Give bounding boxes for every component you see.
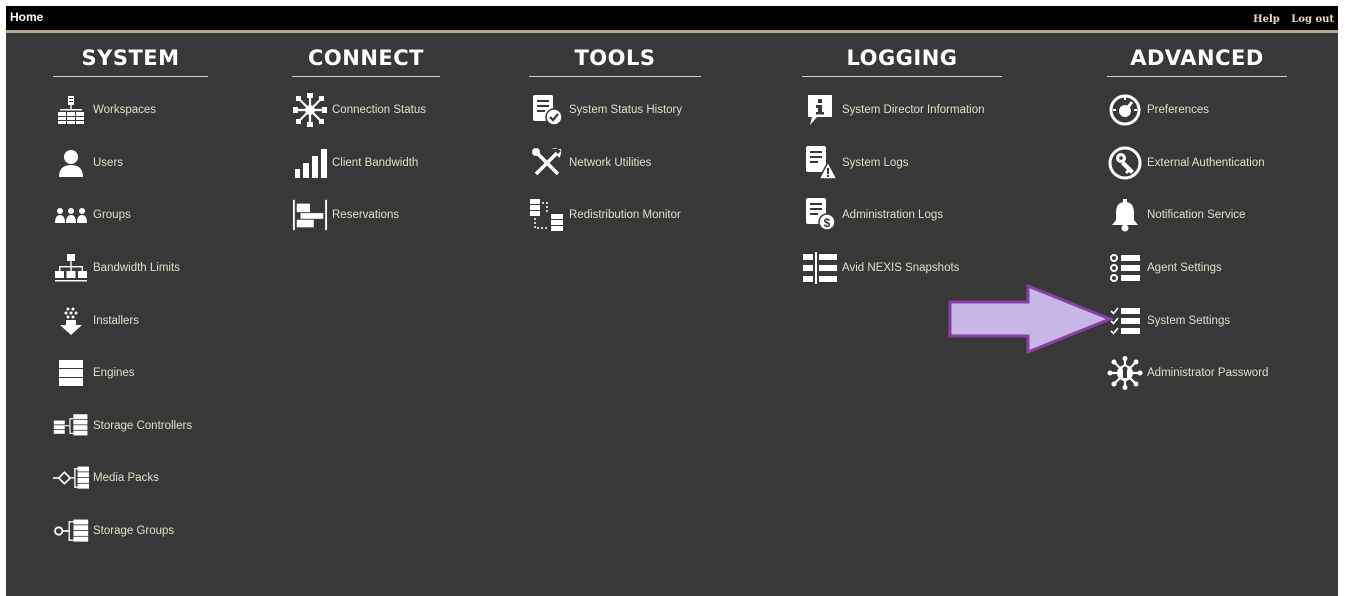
bandwidth-limits-icon (53, 250, 89, 286)
menu-item-system-settings[interactable]: System Settings (1107, 294, 1287, 347)
menu-item-system-director-information[interactable]: System Director Information (802, 84, 1002, 137)
menu-item-label: Media Packs (93, 472, 159, 485)
menu-item-label: Notification Service (1147, 209, 1246, 222)
menu-item-label: Engines (93, 367, 135, 380)
menu-item-label: Storage Controllers (93, 419, 193, 432)
menu-item-label: Groups (93, 209, 131, 222)
column-advanced: ADVANCED Preferences External Authentica… (1107, 46, 1287, 400)
column-system: SYSTEM Workspaces Users Groups Bandwidth… (53, 46, 208, 557)
info-icon (802, 92, 838, 128)
menu-item-preferences[interactable]: Preferences (1107, 84, 1287, 137)
menu-item-notification-service[interactable]: Notification Service (1107, 189, 1287, 242)
menu-item-label: System Settings (1147, 314, 1231, 327)
menu-item-label: External Authentication (1147, 156, 1265, 169)
system-logs-icon (802, 145, 838, 181)
menu-item-label: Storage Groups (93, 525, 175, 538)
menu-item-bandwidth-limits[interactable]: Bandwidth Limits (53, 242, 208, 295)
menu-item-external-authentication[interactable]: External Authentication (1107, 137, 1287, 190)
administration-logs-icon: $ (802, 197, 838, 233)
page-title: Home (10, 10, 44, 24)
snapshots-icon (802, 250, 838, 286)
menu-item-label: Connection Status (332, 104, 426, 117)
menu-item-engines[interactable]: Engines (53, 347, 208, 400)
menu-item-client-bandwidth[interactable]: Client Bandwidth (292, 137, 440, 190)
menu-item-workspaces[interactable]: Workspaces (53, 84, 208, 137)
column-connect: CONNECT Connection Status Client Bandwid… (292, 46, 440, 242)
storage-groups-icon (53, 513, 89, 549)
preferences-icon (1107, 92, 1143, 128)
menu-item-label: Network Utilities (569, 156, 652, 169)
help-link[interactable]: Help (1253, 14, 1280, 25)
menu-item-storage-groups[interactable]: Storage Groups (53, 505, 208, 558)
status-history-icon (529, 92, 565, 128)
menu-item-connection-status[interactable]: Connection Status (292, 84, 440, 137)
logout-link[interactable]: Log out (1291, 14, 1334, 25)
menu-item-label: Preferences (1147, 104, 1210, 117)
menu-item-label: Redistribution Monitor (569, 209, 681, 222)
menu-item-media-packs[interactable]: Media Packs (53, 452, 208, 505)
column-heading: ADVANCED (1107, 46, 1287, 77)
column-logging: LOGGING System Director Information Syst… (802, 46, 1002, 294)
menu-item-system-logs[interactable]: System Logs (802, 137, 1002, 190)
media-packs-icon (53, 460, 89, 496)
menu-item-label: Bandwidth Limits (93, 262, 180, 275)
installers-icon (53, 303, 89, 339)
administrator-password-icon (1107, 355, 1143, 391)
notification-bell-icon (1107, 197, 1143, 233)
menu-item-label: Client Bandwidth (332, 156, 419, 169)
menu-item-storage-controllers[interactable]: Storage Controllers (53, 400, 208, 453)
menu-item-label: Workspaces (93, 104, 157, 117)
menu-item-network-utilities[interactable]: Network Utilities (529, 137, 701, 190)
connection-status-icon (292, 92, 328, 128)
external-authentication-icon (1107, 145, 1143, 181)
menu-item-administrator-password[interactable]: Administrator Password (1107, 347, 1287, 400)
storage-controllers-icon (53, 408, 89, 444)
agent-settings-icon (1107, 250, 1143, 286)
menu-item-administration-logs[interactable]: $ Administration Logs (802, 189, 1002, 242)
menu-item-redistribution-monitor[interactable]: Redistribution Monitor (529, 189, 701, 242)
menu-item-label: Reservations (332, 209, 400, 222)
menu-item-label: System Logs (842, 156, 909, 169)
top-links: Help Log out (1245, 14, 1334, 25)
menu-item-system-status-history[interactable]: System Status History (529, 84, 701, 137)
menu-item-label: Agent Settings (1147, 262, 1222, 275)
reservations-icon (292, 197, 328, 233)
menu-item-agent-settings[interactable]: Agent Settings (1107, 242, 1287, 295)
top-bar: Home Help Log out (6, 6, 1338, 33)
menu-item-label: Installers (93, 314, 140, 327)
redistribution-monitor-icon (529, 197, 565, 233)
menu-item-groups[interactable]: Groups (53, 189, 208, 242)
column-heading: CONNECT (292, 46, 440, 77)
client-bandwidth-icon (292, 145, 328, 181)
menu-item-label: Administration Logs (842, 209, 943, 222)
menu-item-label: System Status History (569, 104, 683, 117)
svg-text:$: $ (824, 216, 831, 230)
column-heading: LOGGING (802, 46, 1002, 77)
column-heading: SYSTEM (53, 46, 208, 77)
menu-item-reservations[interactable]: Reservations (292, 189, 440, 242)
network-utilities-icon (529, 145, 565, 181)
menu-item-installers[interactable]: Installers (53, 294, 208, 347)
groups-icon (53, 197, 89, 233)
column-tools: TOOLS System Status History Network Util… (529, 46, 701, 242)
main-panel: Home Help Log out SYSTEM Workspaces User… (6, 6, 1338, 596)
workspaces-icon (53, 92, 89, 128)
column-heading: TOOLS (529, 46, 701, 77)
menu-item-label: Administrator Password (1147, 367, 1269, 380)
menu-item-label: Avid NEXIS Snapshots (842, 262, 960, 275)
engines-icon (53, 355, 89, 391)
menu-item-users[interactable]: Users (53, 137, 208, 190)
callout-arrow-icon (948, 283, 1115, 355)
menu-item-label: Users (93, 156, 124, 169)
menu-item-label: System Director Information (842, 104, 985, 117)
user-icon (53, 145, 89, 181)
